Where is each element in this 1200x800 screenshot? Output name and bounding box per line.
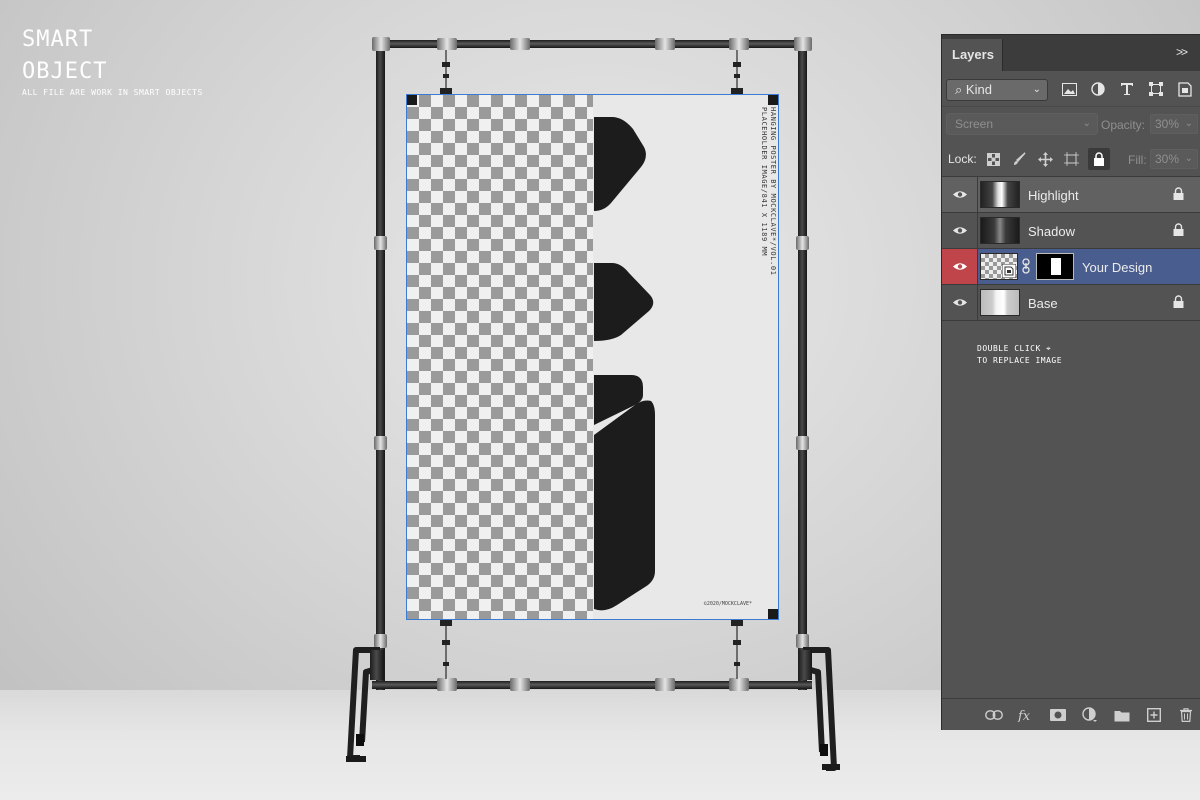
svg-text:fx: fx (1017, 709, 1031, 722)
layer-name: Shadow (1028, 224, 1075, 239)
image-filter-icon[interactable] (1060, 80, 1078, 98)
layer-mask-thumbnail[interactable] (1036, 253, 1074, 280)
lock-move-icon[interactable] (1036, 150, 1054, 168)
left-pole (376, 40, 385, 690)
hint-line2: TO REPLACE IMAGE (977, 356, 1063, 365)
layer-thumbnail (980, 181, 1020, 208)
new-group-icon[interactable] (1112, 706, 1132, 724)
layer-row-highlight[interactable]: Highlight (942, 177, 1200, 213)
blend-mode-value: Screen (955, 117, 994, 131)
tab-layers[interactable]: Layers (942, 39, 1003, 71)
blend-mode-select[interactable]: Screen ⌄ (946, 113, 1098, 135)
hint-line1: DOUBLE CLICK ⌖ (977, 344, 1052, 353)
fill-input[interactable]: 30% ⌄ (1150, 149, 1198, 169)
opacity-input[interactable]: 30% ⌄ (1150, 114, 1198, 134)
right-pole (798, 40, 807, 690)
visibility-toggle[interactable] (942, 249, 978, 284)
replace-image-hint: DOUBLE CLICK ⌖ TO REPLACE IMAGE (977, 343, 1062, 367)
layer-thumbnail (980, 289, 1020, 316)
eye-icon (952, 227, 967, 234)
opacity-value: 30% (1155, 117, 1180, 131)
opacity-label: Opacity: (1101, 118, 1146, 132)
layers-panel: Layers >> ⌕ Kind ⌄ Screen ⌄ Opacity: 30%… (941, 34, 1200, 730)
lock-icon (1173, 187, 1184, 205)
link-layers-icon[interactable] (984, 706, 1004, 724)
eye-icon (952, 191, 967, 198)
smart-object-badge-icon (1002, 264, 1016, 278)
panel-tab-bar: Layers >> (942, 35, 1200, 71)
chevron-down-icon: ⌄ (1032, 84, 1041, 95)
delete-layer-icon[interactable] (1176, 706, 1196, 724)
lock-all-icon[interactable] (1088, 148, 1110, 170)
visibility-toggle[interactable] (942, 177, 978, 212)
new-layer-icon[interactable] (1144, 706, 1164, 724)
corner-mark (768, 95, 778, 105)
panel-collapse-button[interactable]: >> (1176, 45, 1188, 59)
blend-row: Screen ⌄ Opacity: 30% ⌄ (942, 107, 1200, 139)
lock-label: Lock: (948, 152, 977, 166)
kind-filter-select[interactable]: ⌕ Kind ⌄ (946, 79, 1048, 101)
poster-vertical-caption: HANGING POSTER BY MOCKCLAVE*/VOL.01 PLAC… (760, 107, 777, 276)
visibility-toggle[interactable] (942, 285, 978, 320)
chevron-down-icon: ⌄ (1082, 118, 1091, 129)
layer-name: Base (1028, 296, 1058, 311)
lock-icon (1173, 295, 1184, 313)
chevron-down-icon: ⌄ (1184, 153, 1193, 164)
filter-row: ⌕ Kind ⌄ (942, 71, 1200, 107)
fill-value: 30% (1155, 152, 1180, 166)
panel-bottom-bar: fx (942, 698, 1200, 730)
adjustment-filter-icon[interactable] (1089, 80, 1107, 98)
layer-thumbnail (980, 217, 1020, 244)
layer-name: Highlight (1028, 188, 1079, 203)
shape-filter-icon[interactable] (1147, 80, 1165, 98)
layer-row-base[interactable]: Base (942, 285, 1200, 321)
lock-transparency-icon[interactable] (984, 150, 1002, 168)
poster-credit: ©2020/MOCKCLAVE* (703, 601, 752, 607)
mask-link-icon[interactable] (1022, 258, 1030, 279)
layer-name: Your Design (1082, 260, 1153, 275)
type-filter-icon[interactable] (1118, 80, 1136, 98)
corner-mark (407, 95, 417, 105)
smart-object-filter-icon[interactable] (1176, 80, 1194, 98)
chevron-down-icon: ⌄ (1184, 118, 1193, 129)
kind-filter-label: Kind (965, 82, 992, 97)
corner-mark (768, 609, 778, 619)
fx-icon[interactable]: fx (1016, 706, 1036, 724)
layer-row-shadow[interactable]: Shadow (942, 213, 1200, 249)
new-adjustment-layer-icon[interactable] (1080, 706, 1100, 724)
layer-list: Highlight Shadow Your Design Base (942, 177, 1200, 321)
fill-label: Fill: (1128, 153, 1147, 167)
lock-row: Lock: Fill: 30% ⌄ (942, 139, 1200, 177)
search-icon: ⌕ (955, 82, 963, 97)
layer-thumbnail (980, 253, 1018, 280)
poster-artwork (594, 117, 655, 611)
layer-row-your-design[interactable]: Your Design (942, 249, 1200, 285)
eye-icon (952, 299, 967, 306)
eye-icon (952, 263, 967, 270)
lock-artboard-icon[interactable] (1062, 150, 1080, 168)
add-mask-icon[interactable] (1048, 706, 1068, 724)
poster-smart-object[interactable]: HANGING POSTER BY MOCKCLAVE*/VOL.01 PLAC… (406, 94, 779, 620)
lock-brush-icon[interactable] (1010, 150, 1028, 168)
lock-icon (1173, 223, 1184, 241)
visibility-toggle[interactable] (942, 213, 978, 248)
